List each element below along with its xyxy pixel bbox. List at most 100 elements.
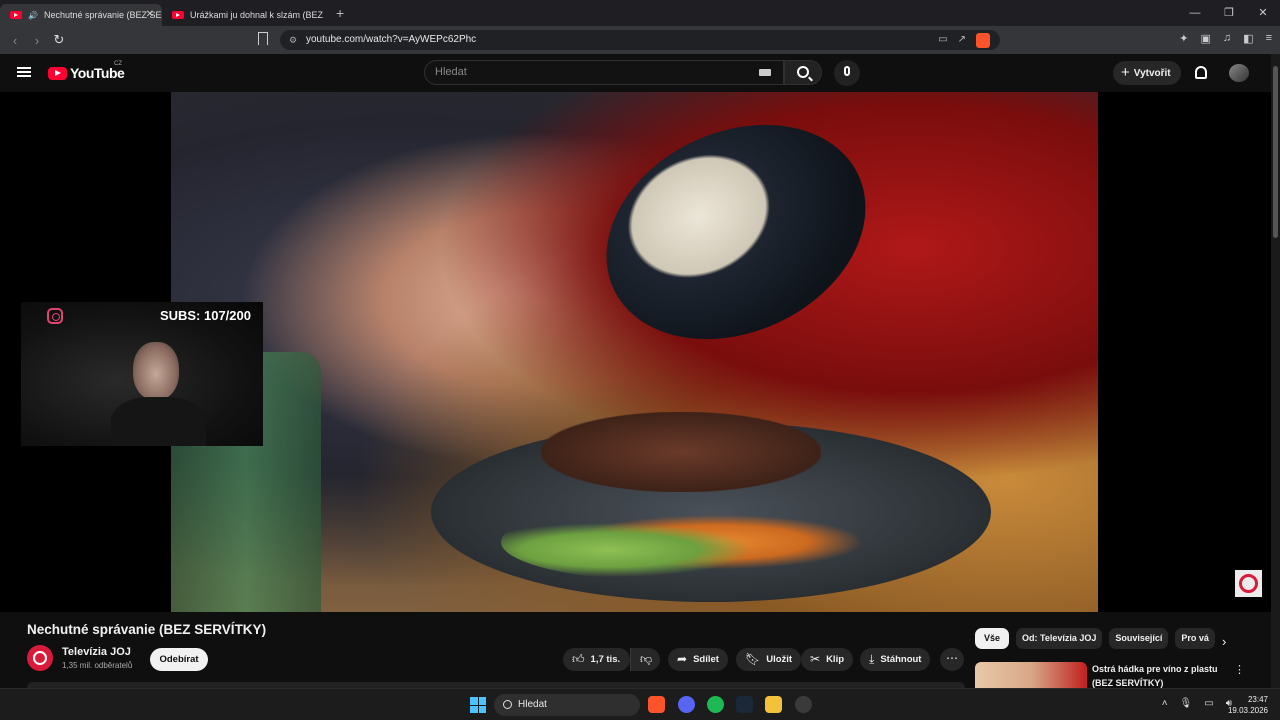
cast-icon[interactable]: ▭ (938, 30, 947, 50)
tab-urazkami[interactable]: Urážkami ju dohnal k slzám (BEZ SER (162, 4, 324, 26)
page-scrollbar[interactable] (1271, 54, 1280, 688)
share-label: Sdílet (693, 654, 719, 665)
back-icon[interactable]: ‹ (4, 33, 26, 48)
windows-start-icon[interactable] (470, 697, 486, 713)
plus-icon: + (1121, 64, 1130, 81)
hamburger-menu-icon[interactable] (17, 67, 31, 77)
channel-avatar[interactable] (27, 645, 53, 671)
related-filter-chips: Vše Od: Televízia JOJ Související Pro vá (975, 628, 1215, 649)
reload-icon[interactable]: ↻ (48, 32, 70, 48)
chips-next-icon[interactable]: › (1222, 634, 1226, 649)
address-bar-row: ‹ › ↻ ⚙ youtube.com/watch?v=AyWEPc62Phc … (0, 26, 1280, 54)
download-icon: ⤓ (869, 652, 875, 666)
menu-icon[interactable]: ≡ (1266, 32, 1272, 45)
youtube-header: YouTube CZ Hledat + Vytvořit (0, 54, 1280, 92)
browser-tab-bar: 🔊 Nechutné správanie (BEZ SER ✕ Urážkami… (0, 0, 1280, 26)
chip-for-you[interactable]: Pro vá (1175, 628, 1215, 649)
chip-all[interactable]: Vše (975, 628, 1010, 649)
like-button[interactable]: 👍︎ 1,7 tis. (563, 648, 630, 671)
create-label: Vytvořit (1133, 68, 1171, 79)
system-clock[interactable]: 23:47 19.03.2026 (1228, 694, 1268, 716)
close-tab-icon[interactable]: ✕ (146, 9, 154, 20)
discord-icon[interactable] (678, 696, 695, 713)
save-label: Uložit (766, 654, 793, 665)
system-tray: ˄ 🎙︎ ▭ 🔊︎ (1162, 698, 1232, 709)
channel-name[interactable]: Televízia JOJ (62, 646, 131, 658)
youtube-wordmark: YouTube (70, 65, 125, 81)
share-icon: ➦ (677, 652, 688, 666)
youtube-favicon-icon (172, 11, 184, 19)
restore-icon[interactable]: ❐ (1212, 0, 1246, 26)
chip-related[interactable]: Související (1109, 628, 1169, 649)
recommendation-menu-icon[interactable]: ⋮ (1234, 663, 1245, 676)
webcam-overlay: SUBS: 107/200 (21, 302, 263, 446)
tab-title: Urážkami ju dohnal k slzám (BEZ SER (190, 10, 324, 20)
site-info-icon[interactable]: ⚙ (289, 30, 297, 50)
streamer-head (133, 342, 179, 400)
new-tab-button[interactable]: + (336, 5, 344, 21)
download-label: Stáhnout (880, 654, 922, 665)
bowl (571, 92, 901, 380)
share-page-icon[interactable]: ↗ (958, 30, 966, 50)
tab-title: Nechutné správanie (BEZ SER (43, 10, 162, 20)
taskbar-search[interactable]: Hledat (494, 694, 640, 716)
windows-taskbar: Hledat ˄ 🎙︎ ▭ 🔊︎ 23:47 19.03.2026 (0, 688, 1280, 720)
spotify-icon[interactable] (707, 696, 724, 713)
country-code: CZ (114, 61, 122, 67)
create-button[interactable]: + Vytvořit (1113, 61, 1181, 85)
chip-from-channel[interactable]: Od: Televízia JOJ (1016, 628, 1103, 649)
tab-nechutne-spravanie[interactable]: 🔊 Nechutné správanie (BEZ SER ✕ (0, 4, 162, 26)
network-icon[interactable]: ▭ (1204, 698, 1213, 709)
tray-chevron-icon[interactable]: ˄ (1162, 698, 1168, 709)
scrollbar-thumb[interactable] (1273, 66, 1278, 238)
youtube-play-icon (48, 66, 67, 80)
url-field[interactable]: ⚙ youtube.com/watch?v=AyWEPc62Phc ▭ ↗ (280, 30, 1000, 50)
clip-button[interactable]: ✂ Klip (801, 648, 854, 671)
subscribe-button[interactable]: Odebírat (150, 648, 208, 671)
media-icon[interactable]: ♫ (1223, 32, 1231, 45)
voice-search-button[interactable] (834, 60, 860, 86)
keyboard-icon[interactable] (759, 69, 771, 76)
search-input[interactable]: Hledat (424, 60, 784, 85)
video-title: Nechutné správanie (BEZ SERVÍTKY) (27, 622, 267, 637)
search-placeholder: Hledat (435, 66, 467, 78)
dislike-button[interactable]: 👎︎ (630, 648, 660, 671)
channel-subscriber-count: 1,35 mil. odběratelů (62, 661, 133, 670)
window-controls: — ❐ ✕ (1178, 0, 1280, 26)
recommendation-title[interactable]: Ostrá hádka pre víno z plastu (BEZ SERVÍ… (1092, 662, 1232, 690)
video-frame[interactable] (171, 92, 1098, 612)
forward-icon[interactable]: › (26, 33, 48, 48)
account-avatar[interactable] (1229, 64, 1249, 82)
minimize-icon[interactable]: — (1178, 0, 1212, 26)
share-button[interactable]: ➦ Sdílet (668, 648, 728, 671)
extension-icons: ✦ ▣ ♫ ◧ ≡ (1179, 32, 1272, 45)
speaker-icon[interactable]: 🔊 (28, 11, 38, 20)
steam-icon[interactable] (736, 696, 753, 713)
microphone-tray-icon[interactable]: 🎙︎ (1180, 698, 1193, 709)
file-explorer-icon[interactable] (765, 696, 782, 713)
brave-shield-icon[interactable] (976, 33, 990, 48)
obs-icon[interactable] (795, 696, 812, 713)
recommendation-thumbnail[interactable] (975, 662, 1087, 688)
download-button[interactable]: ⤓ Stáhnout (860, 648, 931, 671)
instagram-icon (47, 308, 63, 324)
youtube-logo[interactable]: YouTube CZ (48, 61, 125, 81)
more-actions-icon[interactable]: ⋯ (940, 648, 964, 671)
search-button[interactable] (784, 60, 822, 85)
scissors-icon: ✂ (810, 652, 821, 666)
vegetables (501, 502, 861, 582)
url-text: youtube.com/watch?v=AyWEPc62Phc (306, 34, 477, 45)
like-count: 1,7 tis. (590, 654, 621, 665)
notifications-bell-icon[interactable] (1195, 66, 1207, 79)
video-player[interactable]: SUBS: 107/200 (0, 92, 1280, 612)
bookmark-icon[interactable] (258, 32, 268, 45)
save-button[interactable]: 🔖︎ Uložit (736, 648, 802, 671)
sidebar-toggle-icon[interactable]: ◧ (1243, 32, 1253, 45)
screenshot-icon[interactable]: ▣ (1201, 32, 1211, 45)
video-info: Nechutné správanie (BEZ SERVÍTKY) Televí… (0, 612, 1280, 688)
close-window-icon[interactable]: ✕ (1246, 0, 1280, 26)
brave-browser-icon[interactable] (648, 696, 665, 713)
bookmark-save-icon: 🔖︎ (745, 652, 761, 666)
youtube-favicon-icon (10, 11, 22, 19)
extensions-icon[interactable]: ✦ (1179, 32, 1188, 45)
